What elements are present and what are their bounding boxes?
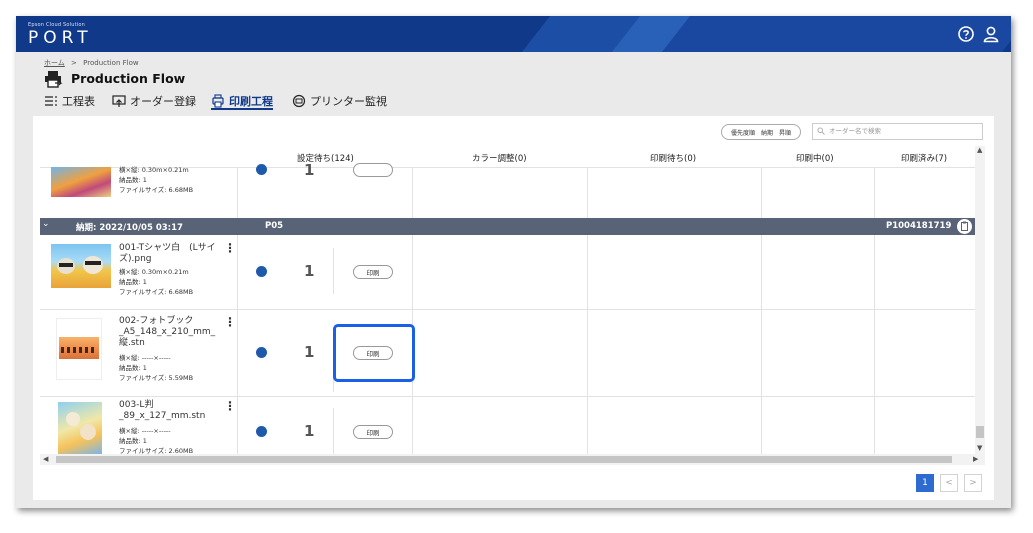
app-window: Epson Cloud Solution PORT ホーム > Producti… [16, 16, 1011, 508]
tab-label: 工程表 [62, 95, 95, 108]
clipboard-icon[interactable] [957, 219, 972, 234]
print-button[interactable]: 印刷 [353, 425, 393, 439]
item-quantity: 納品数: 1 [119, 437, 147, 445]
tab-process-table[interactable]: 工程表 [44, 93, 95, 109]
status-dot [256, 266, 267, 277]
item-filesize: ファイルサイズ: 6.68MB [119, 288, 194, 296]
header-bar: Epson Cloud Solution PORT [16, 16, 1011, 52]
item-count: 1 [304, 343, 315, 361]
brand-logo[interactable]: PORT [28, 28, 93, 48]
print-process-panel: 優先度順 納期 昇順 オーダー名で検索 設定待ち(124) カラー調整(0) 印… [33, 116, 994, 500]
scroll-left-arrow-icon[interactable]: ◀ [43, 455, 48, 463]
column-header-color-adjust[interactable]: カラー調整(0) [472, 152, 527, 164]
column-header-printing[interactable]: 印刷中(0) [796, 152, 834, 164]
sort-priority-button[interactable]: 優先度順 納期 昇順 [721, 124, 801, 140]
breadcrumb: ホーム > Production Flow [44, 58, 139, 68]
order-id: P1004181719 [886, 221, 952, 231]
item-size: 横×縦: 0.30m×0.21m [119, 268, 189, 276]
user-icon[interactable] [982, 25, 1000, 43]
thumbnail-image [51, 244, 111, 288]
vertical-scroll-thumb[interactable] [976, 426, 984, 438]
page-title: Production Flow [71, 71, 186, 86]
column-header-print-wait[interactable]: 印刷待ち(0) [650, 152, 696, 164]
scroll-up-arrow-icon[interactable]: ▲ [977, 146, 982, 154]
tab-label: 印刷工程 [229, 94, 273, 108]
pagination-page-1[interactable]: 1 [916, 474, 934, 492]
item-name: 003-L判 _89_x_127_mm.stn [119, 400, 206, 421]
tab-order-registration[interactable]: オーダー登録 [112, 93, 196, 109]
horizontal-scroll-thumb[interactable] [56, 456, 952, 463]
item-count: 1 [304, 161, 315, 179]
help-icon[interactable] [957, 25, 975, 43]
status-dot [256, 164, 267, 175]
more-options-icon[interactable]: ⋮ [224, 400, 236, 412]
item-quantity: 納品数: 1 [119, 176, 147, 184]
scroll-right-arrow-icon[interactable]: ▶ [973, 455, 978, 463]
horizontal-scrollbar[interactable]: ◀ ▶ [40, 454, 985, 465]
item-quantity: 納品数: 1 [119, 364, 147, 372]
thumbnail-image [56, 318, 102, 380]
order-due-date: 納期: 2022/10/05 03:17 [76, 223, 183, 233]
print-button[interactable]: 印刷 [353, 265, 393, 279]
item-count: 1 [304, 422, 315, 440]
thumbnail-image [58, 402, 102, 454]
list-icon [45, 96, 57, 106]
item-count: 1 [304, 262, 315, 280]
print-button[interactable] [353, 163, 393, 177]
tab-print-process[interactable]: 印刷工程 [211, 93, 273, 110]
breadcrumb-current: Production Flow [83, 59, 139, 67]
status-dot [256, 426, 267, 437]
status-dot [256, 347, 267, 358]
production-flow-icon [45, 71, 63, 88]
breadcrumb-home-link[interactable]: ホーム [44, 59, 65, 67]
item-name: 002-フォトブック _A5_148_x_210_mm_ 縦.stn [119, 316, 216, 348]
highlight-box [333, 324, 415, 382]
item-filesize: ファイルサイズ: 5.59MB [119, 374, 194, 382]
column-header-printed[interactable]: 印刷済み(7) [901, 152, 947, 164]
tab-label: オーダー登録 [130, 95, 196, 108]
printer-icon [212, 93, 224, 108]
scroll-down-arrow-icon[interactable]: ▼ [977, 444, 982, 452]
more-options-icon[interactable]: ⋮ [224, 242, 236, 254]
order-code: P05 [265, 221, 284, 231]
tab-label: プリンター監視 [310, 95, 387, 108]
item-quantity: 納品数: 1 [119, 278, 147, 286]
item-size: 横×縦: 0.30m×0.21m [119, 166, 189, 174]
more-options-icon[interactable]: ⋮ [224, 316, 236, 328]
item-filesize: ファイルサイズ: 6.68MB [119, 186, 194, 194]
pagination-next-button[interactable]: > [964, 474, 982, 492]
order-group-bar[interactable]: ⌄ 納期: 2022/10/05 03:17 P05 P1004181719 [40, 218, 975, 235]
breadcrumb-separator: > [71, 59, 77, 67]
search-input[interactable]: オーダー名で検索 [812, 123, 983, 140]
search-icon [817, 127, 825, 135]
tab-printer-monitoring[interactable]: プリンター監視 [292, 93, 387, 109]
job-table: 設定待ち(124) カラー調整(0) 印刷待ち(0) 印刷中(0) 印刷済み(7… [40, 146, 975, 454]
upload-icon [112, 95, 126, 107]
item-size: 横×縦: -----×----- [119, 427, 171, 435]
item-name: 001-Tシャツ白 (Lサイ ズ).png [119, 243, 216, 264]
pagination-prev-button[interactable]: < [940, 474, 958, 492]
item-filesize: ファイルサイズ: 2.60MB [119, 447, 194, 454]
item-size: 横×縦: -----×----- [119, 354, 171, 362]
monitor-icon [292, 94, 306, 108]
chevron-down-icon[interactable]: ⌄ [42, 219, 50, 229]
thumbnail-image [51, 167, 111, 197]
vertical-scrollbar[interactable]: ▲ ▼ [975, 146, 985, 454]
